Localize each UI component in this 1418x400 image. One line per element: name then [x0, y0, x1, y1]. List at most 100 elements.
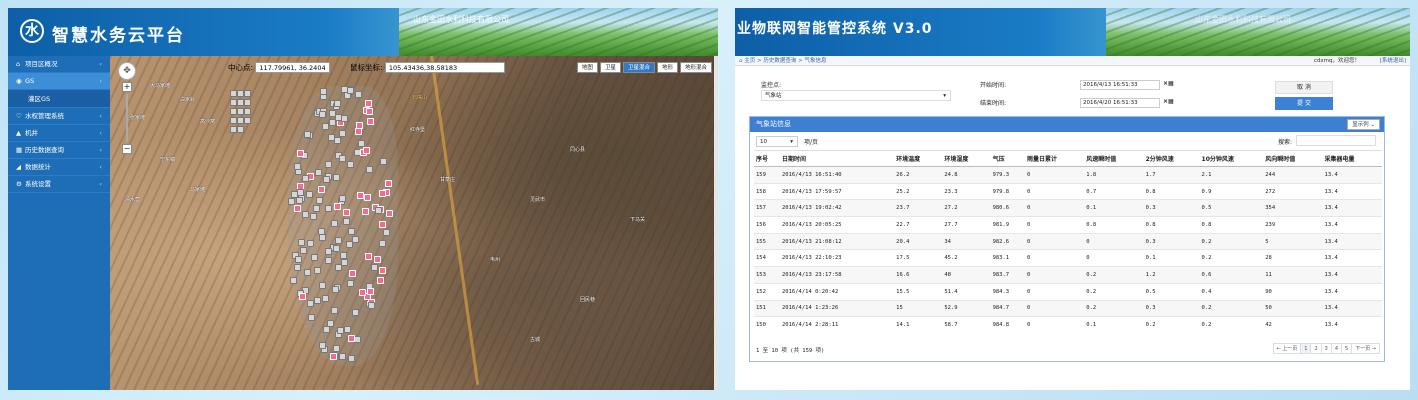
gray-station-marker[interactable]	[230, 108, 237, 115]
gray-station-marker[interactable]	[334, 100, 341, 107]
pink-station-marker[interactable]	[385, 180, 392, 187]
pink-station-marker[interactable]	[357, 192, 364, 199]
gray-station-marker[interactable]	[237, 90, 244, 97]
gray-station-marker[interactable]	[230, 126, 237, 133]
pink-station-marker[interactable]	[367, 118, 374, 125]
zoom-in-button[interactable]: +	[122, 82, 132, 92]
gray-station-marker[interactable]	[244, 108, 251, 115]
sidebar-item[interactable]: ⌂ 项目区概况 ‹	[8, 56, 110, 73]
gray-station-marker[interactable]	[322, 295, 329, 302]
gray-station-marker[interactable]	[348, 355, 355, 362]
gray-station-marker[interactable]	[290, 277, 297, 284]
gray-station-marker[interactable]	[315, 169, 322, 176]
gray-station-marker[interactable]	[354, 336, 361, 343]
pink-station-marker[interactable]	[379, 190, 386, 197]
gray-station-marker[interactable]	[322, 123, 329, 130]
submit-button[interactable]: 提 交	[1275, 97, 1333, 110]
end-time-clear-icon[interactable]: ×▦	[1163, 98, 1174, 105]
gray-station-marker[interactable]	[331, 307, 338, 314]
pink-station-marker[interactable]	[330, 353, 337, 360]
gray-station-marker[interactable]	[230, 90, 237, 97]
gray-station-marker[interactable]	[323, 326, 330, 333]
sidebar-item[interactable]: ▲ 机井 ‹	[8, 125, 110, 142]
gray-station-marker[interactable]	[375, 207, 382, 214]
gray-station-marker[interactable]	[358, 140, 365, 147]
gray-station-marker[interactable]	[288, 198, 295, 205]
pink-station-marker[interactable]	[343, 209, 350, 216]
gray-station-marker[interactable]	[313, 205, 320, 212]
pink-station-marker[interactable]	[366, 108, 373, 115]
gray-station-marker[interactable]	[325, 257, 332, 264]
gray-station-marker[interactable]	[230, 99, 237, 106]
column-header[interactable]: 环境湿度	[942, 150, 991, 167]
gray-station-marker[interactable]	[379, 240, 386, 247]
map-type-button[interactable]: 地图	[576, 62, 598, 73]
gray-station-marker[interactable]	[368, 302, 375, 309]
pink-station-marker[interactable]	[334, 203, 341, 210]
gray-station-marker[interactable]	[302, 211, 309, 218]
sidebar-item[interactable]: ◉ GS ›	[8, 73, 110, 90]
pink-station-marker[interactable]	[294, 205, 301, 212]
gray-station-marker[interactable]	[319, 282, 326, 289]
cancel-button[interactable]: 取 消	[1275, 81, 1333, 94]
gray-station-marker[interactable]	[319, 234, 326, 241]
breadcrumb-history[interactable]: 历史数据查询	[763, 58, 796, 64]
gray-station-marker[interactable]	[311, 254, 318, 261]
sidebar-item[interactable]: 灌区GS	[8, 90, 110, 108]
gray-station-marker[interactable]	[331, 220, 338, 227]
gray-station-marker[interactable]	[333, 174, 340, 181]
gray-station-marker[interactable]	[347, 280, 354, 287]
gray-station-marker[interactable]	[340, 252, 347, 259]
pink-station-marker[interactable]	[348, 335, 355, 342]
gray-station-marker[interactable]	[343, 218, 350, 225]
pink-station-marker[interactable]	[362, 208, 369, 215]
pink-station-marker[interactable]	[318, 186, 325, 193]
pink-station-marker[interactable]	[364, 194, 371, 201]
gray-station-marker[interactable]	[341, 115, 348, 122]
gray-station-marker[interactable]	[325, 205, 332, 212]
gray-station-marker[interactable]	[339, 130, 346, 137]
gray-station-marker[interactable]	[333, 245, 340, 252]
start-time-clear-icon[interactable]: ×▦	[1163, 80, 1174, 87]
map-type-button[interactable]: 地形	[656, 62, 678, 73]
map-scrollbar[interactable]	[714, 56, 718, 390]
gray-station-marker[interactable]	[339, 195, 346, 202]
pink-station-marker[interactable]	[299, 293, 306, 300]
station-select[interactable]: 气象站 ▾	[761, 90, 951, 101]
gray-station-marker[interactable]	[307, 240, 314, 247]
gray-station-marker[interactable]	[302, 175, 309, 182]
gray-station-marker[interactable]	[335, 264, 342, 271]
sidebar-item[interactable]: ▦ 历史数据查询 ‹	[8, 142, 110, 159]
pink-station-marker[interactable]	[356, 122, 363, 129]
gray-station-marker[interactable]	[380, 158, 387, 165]
map-type-button[interactable]: 地形混合	[679, 62, 712, 73]
gray-station-marker[interactable]	[237, 126, 244, 133]
zoom-control[interactable]: ✥ + −	[118, 62, 136, 156]
gray-station-marker[interactable]	[318, 228, 325, 235]
gray-station-marker[interactable]	[323, 176, 330, 183]
end-time-input[interactable]: 2016/4/20 16:51:33	[1080, 98, 1160, 108]
gray-station-marker[interactable]	[307, 300, 314, 307]
gray-station-marker[interactable]	[383, 229, 390, 236]
pink-station-marker[interactable]	[297, 150, 304, 157]
gray-station-marker[interactable]	[316, 197, 323, 204]
pink-station-marker[interactable]	[374, 256, 381, 263]
gray-station-marker[interactable]	[237, 99, 244, 106]
satellite-map[interactable]: 大马家滩 白家岭 张家滩 高沙窝 宁东镇 清水营 马家滩 红寺堡 甘草庄 灵武市 同心县 下马关 韦州回…	[110, 56, 718, 390]
gray-station-marker[interactable]	[352, 309, 359, 316]
show-columns-button[interactable]: 显示列 ⌄	[1347, 119, 1380, 130]
pink-station-marker[interactable]	[365, 253, 372, 260]
pink-station-marker[interactable]	[377, 277, 384, 284]
gray-station-marker[interactable]	[300, 247, 307, 254]
column-header[interactable]: 雨量日累计	[1024, 150, 1085, 167]
gray-station-marker[interactable]	[296, 197, 303, 204]
gray-station-marker[interactable]	[346, 241, 353, 248]
gray-station-marker[interactable]	[319, 111, 326, 118]
gray-station-marker[interactable]	[371, 264, 378, 271]
gray-station-marker[interactable]	[308, 314, 315, 321]
gray-station-marker[interactable]	[333, 345, 340, 352]
gray-station-marker[interactable]	[320, 88, 327, 95]
gray-station-marker[interactable]	[295, 256, 302, 263]
gray-station-marker[interactable]	[348, 228, 355, 235]
gray-station-marker[interactable]	[347, 87, 354, 94]
